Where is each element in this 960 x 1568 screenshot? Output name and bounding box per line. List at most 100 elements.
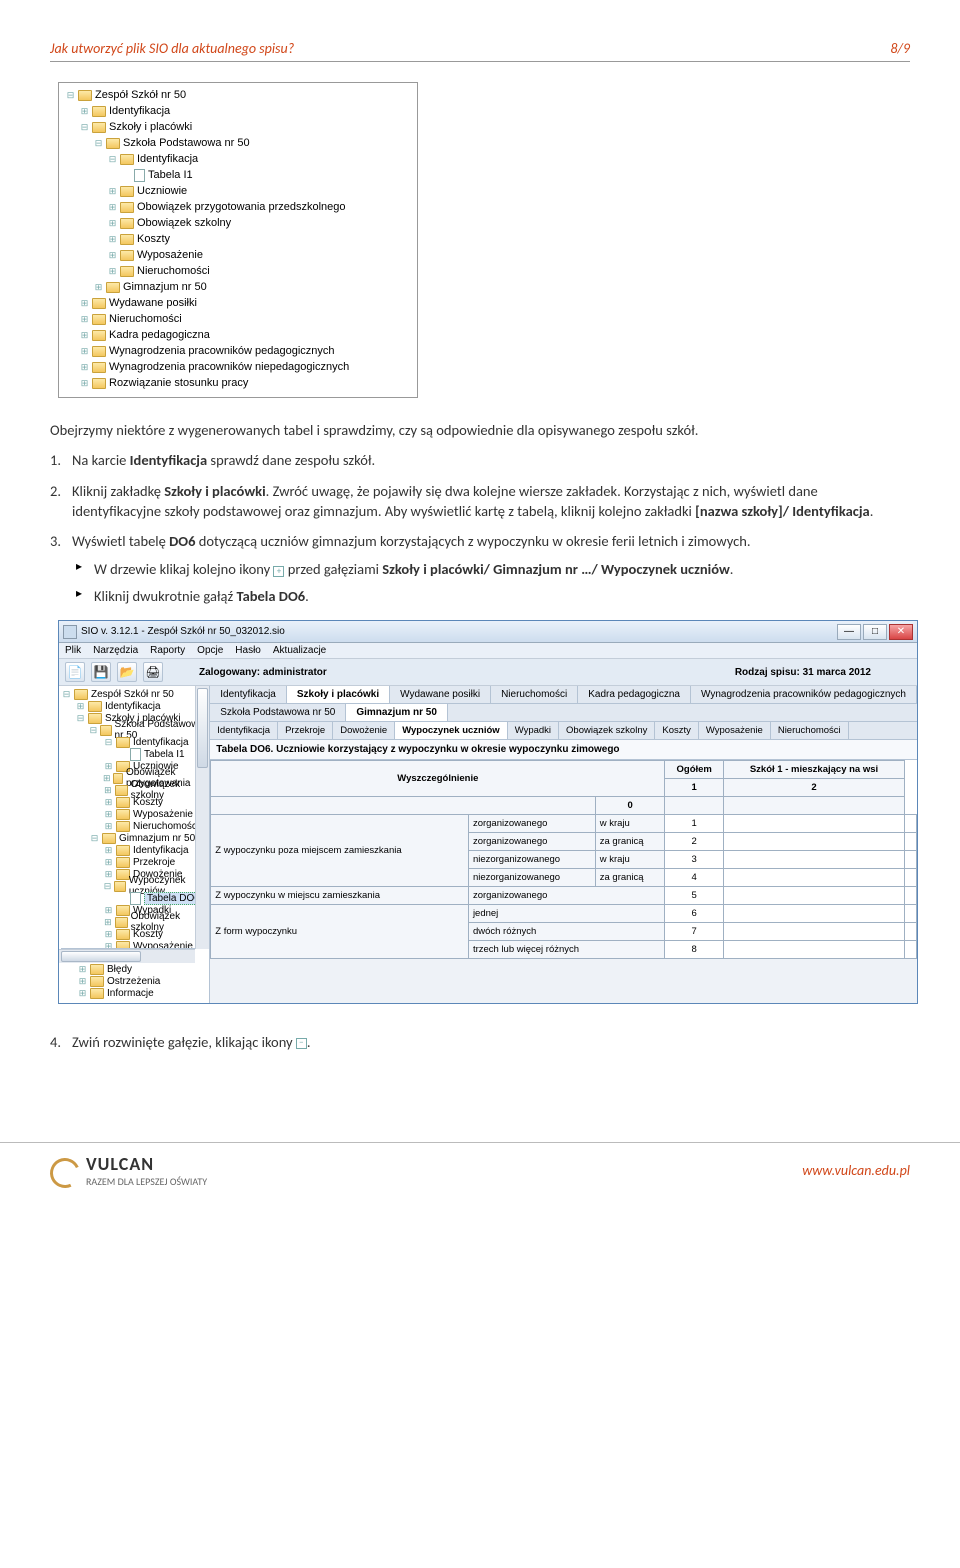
expand-icon[interactable]	[107, 250, 118, 261]
tree-item[interactable]: Wyposażenie	[61, 940, 207, 948]
expand-icon[interactable]	[103, 773, 111, 784]
tab[interactable]: Identyfikacja	[210, 722, 278, 739]
tab[interactable]: Wydawane posiłki	[390, 686, 491, 703]
expand-icon[interactable]	[79, 106, 90, 117]
horizontal-scrollbar[interactable]	[59, 949, 195, 963]
collapse-icon[interactable]	[89, 725, 98, 736]
tree-item[interactable]: Wyposażenie	[61, 808, 207, 820]
expand-icon[interactable]	[107, 218, 118, 229]
expand-icon[interactable]	[103, 797, 114, 808]
tree-item[interactable]: Identyfikacja	[61, 844, 207, 856]
expand-icon[interactable]	[79, 298, 90, 309]
expand-icon[interactable]	[79, 378, 90, 389]
collapse-icon[interactable]	[75, 713, 86, 724]
expand-icon[interactable]	[103, 857, 114, 868]
expand-icon[interactable]	[107, 186, 118, 197]
tree-item[interactable]: Obowiązek szkolny	[61, 784, 207, 796]
expand-icon[interactable]	[93, 282, 104, 293]
tree-item[interactable]: Ostrzeżenia	[63, 975, 205, 987]
minimize-button[interactable]: —	[837, 624, 861, 640]
expand-icon[interactable]	[107, 266, 118, 277]
expand-icon[interactable]	[103, 809, 114, 820]
tree-item[interactable]: Obowiązek szkolny	[61, 916, 207, 928]
collapse-icon[interactable]	[93, 138, 104, 149]
tree-item[interactable]: Wynagrodzenia pracowników pedagogicznych	[65, 343, 411, 359]
print-button[interactable]: 🖨	[143, 662, 163, 682]
tree-item[interactable]: Kadra pedagogiczna	[65, 327, 411, 343]
tree-item[interactable]: Uczniowie	[65, 183, 411, 199]
collapse-icon[interactable]	[89, 833, 100, 844]
tree-item[interactable]: Nieruchomości	[65, 311, 411, 327]
tab[interactable]: Dowożenie	[333, 722, 395, 739]
tree-item[interactable]: Zespół Szkół nr 50	[65, 87, 411, 103]
tree-item[interactable]: Obowiązek szkolny	[65, 215, 411, 231]
expand-icon[interactable]	[77, 988, 88, 999]
tree-item[interactable]: Gimnazjum nr 50	[61, 832, 207, 844]
tab[interactable]: Wypoczynek uczniów	[395, 722, 507, 739]
tree-item[interactable]: Wynagrodzenia pracowników niepedagogiczn…	[65, 359, 411, 375]
collapse-icon[interactable]	[61, 689, 72, 700]
tree-item[interactable]: Koszty	[65, 231, 411, 247]
new-button[interactable]: 📄	[65, 662, 85, 682]
expand-icon[interactable]	[107, 234, 118, 245]
expand-icon[interactable]	[79, 346, 90, 357]
tree-item[interactable]: Szkoła Podstawowa nr 50	[65, 135, 411, 151]
tab[interactable]: Koszty	[655, 722, 699, 739]
tree-item[interactable]: Tabela I1	[65, 167, 411, 183]
open-button[interactable]: 📂	[117, 662, 137, 682]
tree-item[interactable]: Identyfikacja	[65, 103, 411, 119]
expand-icon[interactable]	[75, 701, 86, 712]
tab[interactable]: Wyposażenie	[699, 722, 771, 739]
menu-item[interactable]: Plik	[65, 645, 81, 656]
tab[interactable]: Kadra pedagogiczna	[578, 686, 691, 703]
tab[interactable]: Identyfikacja	[210, 686, 287, 703]
tab[interactable]: Obowiązek szkolny	[559, 722, 655, 739]
expand-icon[interactable]	[77, 964, 88, 975]
expand-icon[interactable]	[77, 976, 88, 987]
app-tree[interactable]: Zespół Szkół nr 50IdentyfikacjaSzkoły i …	[59, 686, 210, 1003]
tree-item[interactable]: Szkoła Podstawowa nr 50	[61, 724, 207, 736]
expand-icon[interactable]	[79, 314, 90, 325]
tree-item[interactable]: Identyfikacja	[61, 700, 207, 712]
tree-item[interactable]: Nieruchomości	[65, 263, 411, 279]
expand-icon[interactable]	[79, 330, 90, 341]
expand-icon[interactable]	[107, 202, 118, 213]
expand-icon[interactable]	[103, 917, 113, 928]
tree-item[interactable]: Identyfikacja	[61, 736, 207, 748]
tab[interactable]: Przekroje	[278, 722, 333, 739]
menu-item[interactable]: Opcje	[197, 645, 223, 656]
expand-icon[interactable]	[103, 845, 114, 856]
tree-item[interactable]: Gimnazjum nr 50	[65, 279, 411, 295]
save-button[interactable]: 💾	[91, 662, 111, 682]
tree-item[interactable]: Wyposażenie	[65, 247, 411, 263]
tree-item[interactable]: Obowiązek przygotowania przedszkolnego	[65, 199, 411, 215]
expand-icon[interactable]	[103, 869, 114, 880]
tree-item[interactable]: Błędy	[63, 963, 205, 975]
tree-item[interactable]: Rozwiązanie stosunku pracy	[65, 375, 411, 391]
collapse-icon[interactable]	[103, 737, 114, 748]
tree-item[interactable]: Szkoły i placówki	[65, 119, 411, 135]
tree-item[interactable]: Zespół Szkół nr 50	[61, 688, 207, 700]
expand-icon[interactable]	[103, 761, 114, 772]
tab[interactable]: Nieruchomości	[771, 722, 849, 739]
collapse-icon[interactable]	[107, 154, 118, 165]
menu-item[interactable]: Raporty	[150, 645, 185, 656]
tree-item[interactable]: Tabela DO6	[61, 892, 207, 904]
collapse-icon[interactable]	[79, 122, 90, 133]
tree-item[interactable]: Przekroje	[61, 856, 207, 868]
menu-item[interactable]: Narzędzia	[93, 645, 138, 656]
tree-item[interactable]: Nieruchomości	[61, 820, 207, 832]
tree-item[interactable]: Wydawane posiłki	[65, 295, 411, 311]
tree-item[interactable]: Informacje	[63, 987, 205, 999]
tab[interactable]: Szkoły i placówki	[287, 686, 390, 703]
tab[interactable]: Wynagrodzenia pracowników pedagogicznych	[691, 686, 917, 703]
tree-item[interactable]: Tabela I1	[61, 748, 207, 760]
maximize-button[interactable]: □	[863, 624, 887, 640]
expand-icon[interactable]	[103, 929, 114, 940]
menu-item[interactable]: Hasło	[235, 645, 261, 656]
tree-item[interactable]: Identyfikacja	[65, 151, 411, 167]
vertical-scrollbar[interactable]	[195, 686, 209, 949]
expand-icon[interactable]	[103, 821, 114, 832]
collapse-icon[interactable]	[65, 90, 76, 101]
close-button[interactable]: ✕	[889, 624, 913, 640]
